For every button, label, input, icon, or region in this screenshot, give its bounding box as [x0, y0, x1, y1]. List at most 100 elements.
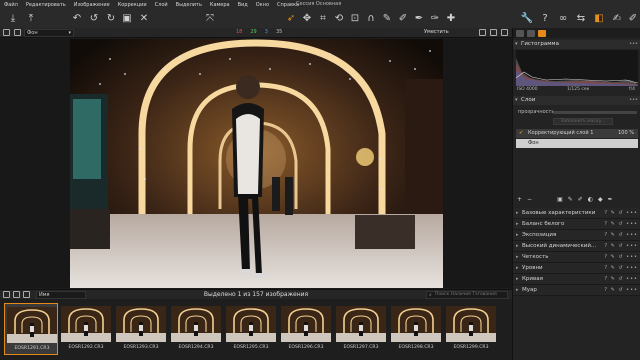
spot-tool-icon[interactable]: ✚	[444, 11, 458, 25]
menu-image[interactable]: Изображение	[70, 2, 114, 8]
crop-tool-icon[interactable]: ⌗	[316, 11, 330, 25]
adjustment-tools-list: ▸ Базовые характеристики? ✎ ↺ ••• ▸ Баланс …	[513, 208, 640, 296]
menu-adjustments[interactable]: Коррекции	[114, 2, 151, 8]
menu-window[interactable]: Окно	[252, 2, 273, 8]
thumbnail[interactable]: EOSR1295.CR3	[224, 303, 278, 355]
tab-library[interactable]	[516, 29, 524, 37]
browser-toolbar: Имя Выделено 1 из 157 изображения ⌕ Поис…	[0, 289, 512, 299]
reset-icon[interactable]: ✕	[137, 11, 151, 25]
image-viewer[interactable]	[0, 39, 512, 288]
stamp-icon[interactable]: ✐	[626, 11, 640, 25]
compare-icon[interactable]: ⇆	[574, 11, 588, 25]
menu-layer[interactable]: Слой	[151, 2, 172, 8]
thumbnail[interactable]: EOSR1298.CR3	[389, 303, 443, 355]
fullscreen-icon[interactable]	[501, 29, 508, 36]
zoom-out-icon[interactable]	[479, 29, 486, 36]
annotation-tool-icon[interactable]: ∩	[364, 11, 378, 25]
tool-item[interactable]: ▸ Баланс белого ? ✎ ↺ •••	[513, 219, 640, 230]
thumbnail-image	[61, 306, 111, 342]
tool-actions-icon[interactable]: ? ✎ ↺ •••	[604, 285, 638, 296]
thumbnail-image	[171, 306, 221, 342]
gradient-icon[interactable]: ◐	[588, 196, 593, 203]
opacity-slider[interactable]	[553, 111, 637, 114]
zoom-in-icon[interactable]	[490, 29, 497, 36]
tab-adjustments[interactable]	[538, 29, 546, 37]
fill-icon[interactable]: ◆	[598, 196, 603, 203]
pan-tool-icon[interactable]: ✥	[300, 11, 314, 25]
tool-actions-icon[interactable]: ? ✎ ↺ •••	[604, 230, 638, 241]
view-mode-select[interactable]: Фон ▾	[24, 29, 74, 37]
tab-capture[interactable]	[527, 29, 535, 37]
thumbnail[interactable]: EOSR1293.CR3	[114, 303, 168, 355]
tool-item[interactable]: ▸ Высокий динамический... ? ✎ ↺ •••	[513, 241, 640, 252]
main-photo[interactable]	[70, 39, 443, 288]
tool-item[interactable]: ▸ Четкость ? ✎ ↺ •••	[513, 252, 640, 263]
layers-header[interactable]: ▾ Слои •••	[513, 96, 640, 105]
undo-icon[interactable]: ↶	[70, 11, 84, 25]
layers-view-icon[interactable]: ◧	[592, 11, 606, 25]
menu-view[interactable]: Вид	[234, 2, 252, 8]
gradient-tool-icon[interactable]: ✒	[412, 11, 426, 25]
rotate-left-icon[interactable]: ↺	[87, 11, 101, 25]
menu-edit[interactable]: Редактировать	[22, 2, 70, 8]
thumbnail-image	[336, 306, 386, 342]
eraser-icon[interactable]: ✐	[578, 196, 583, 203]
tool-actions-icon[interactable]: ? ✎ ↺ •••	[604, 208, 638, 219]
question-icon[interactable]: ?	[538, 11, 552, 25]
tool-actions-icon[interactable]: ? ✎ ↺ •••	[604, 252, 638, 263]
add-layer-icon[interactable]: +	[517, 196, 522, 203]
checkmark-icon[interactable]: ✔	[519, 129, 523, 138]
tool-actions-icon[interactable]: ? ✎ ↺ •••	[604, 241, 638, 252]
thumbnail[interactable]: EOSR1294.CR3	[169, 303, 223, 355]
histogram-header[interactable]: ▾ Гистограмма •••	[513, 40, 640, 49]
layer-adjustment-1[interactable]: ✔ Корректирующий слой 1 100 %	[516, 129, 638, 138]
tool-item[interactable]: ▸ Экспозиция ? ✎ ↺ •••	[513, 230, 640, 241]
keystone-tool-icon[interactable]: ⊡	[348, 11, 362, 25]
thumbnail[interactable]: EOSR1299.CR3	[444, 303, 498, 355]
more-icon[interactable]: •••	[629, 96, 638, 105]
viewer-toolbar: Фон ▾ 18 29 3 35 Уместить	[0, 28, 512, 38]
thumbnail[interactable]: EOSR1296.CR3	[279, 303, 333, 355]
picker-icon[interactable]: ✍	[610, 11, 624, 25]
thumbnail[interactable]: EOSR1292.CR3	[59, 303, 113, 355]
tool-actions-icon[interactable]: ? ✎ ↺ •••	[604, 219, 638, 230]
layer-background[interactable]: Фон	[516, 139, 638, 148]
zoom-fit-button[interactable]: Уместить	[424, 29, 449, 35]
menu-file[interactable]: Файл	[0, 2, 22, 8]
expand-icon[interactable]: ⤧	[203, 11, 217, 25]
pen-icon[interactable]: ✒	[608, 196, 613, 203]
tool-item[interactable]: ▸ Уровни ? ✎ ↺ •••	[513, 263, 640, 274]
search-input[interactable]: ⌕ Поиск Наличие Тэгования	[426, 291, 508, 299]
tool-item[interactable]: ▸ Кривая ? ✎ ↺ •••	[513, 274, 640, 285]
thumbnail[interactable]: EOSR1291.CR3	[4, 303, 58, 355]
tool-item-label: Высокий динамический...	[522, 243, 597, 249]
eraser-tool-icon[interactable]: ✐	[396, 11, 410, 25]
multi-view-icon[interactable]	[14, 29, 21, 36]
picker-tool-icon[interactable]: ✑	[428, 11, 442, 25]
thumbnail-filename: EOSR1299.CR3	[453, 345, 489, 350]
tool-actions-icon[interactable]: ? ✎ ↺ •••	[604, 263, 638, 274]
rotate-right-icon[interactable]: ↻	[104, 11, 118, 25]
thumbnail[interactable]: EOSR1297.CR3	[334, 303, 388, 355]
export-icon[interactable]: ⤒	[24, 11, 38, 25]
mask-icon[interactable]: ▣	[557, 196, 563, 203]
tool-item-label: Уровни	[522, 265, 543, 271]
thumbnail-filename: EOSR1292.CR3	[68, 345, 104, 350]
import-icon[interactable]: ⤓	[6, 11, 20, 25]
copy-adjustments-icon[interactable]: ▣	[120, 11, 134, 25]
wrench-icon[interactable]: 🔧	[520, 11, 534, 25]
tool-actions-icon[interactable]: ? ✎ ↺ •••	[604, 274, 638, 285]
cursor-tool-icon[interactable]: ➶	[284, 11, 298, 25]
search-icon: ⌕	[429, 292, 432, 298]
brush-icon[interactable]: ✎	[568, 196, 573, 203]
tool-item[interactable]: ▸ Базовые характеристики ? ✎ ↺ •••	[513, 208, 640, 219]
tool-item[interactable]: ▸ Муар ? ✎ ↺ •••	[513, 285, 640, 296]
more-icon[interactable]: •••	[629, 40, 638, 49]
remove-layer-icon[interactable]: −	[527, 196, 532, 203]
rotate-tool-icon[interactable]: ⟲	[332, 11, 346, 25]
menu-camera[interactable]: Камера	[206, 2, 234, 8]
single-view-icon[interactable]	[3, 29, 10, 36]
menu-select[interactable]: Выделить	[172, 2, 206, 8]
brush-tool-icon[interactable]: ✎	[380, 11, 394, 25]
glasses-icon[interactable]: ∞	[556, 11, 570, 25]
